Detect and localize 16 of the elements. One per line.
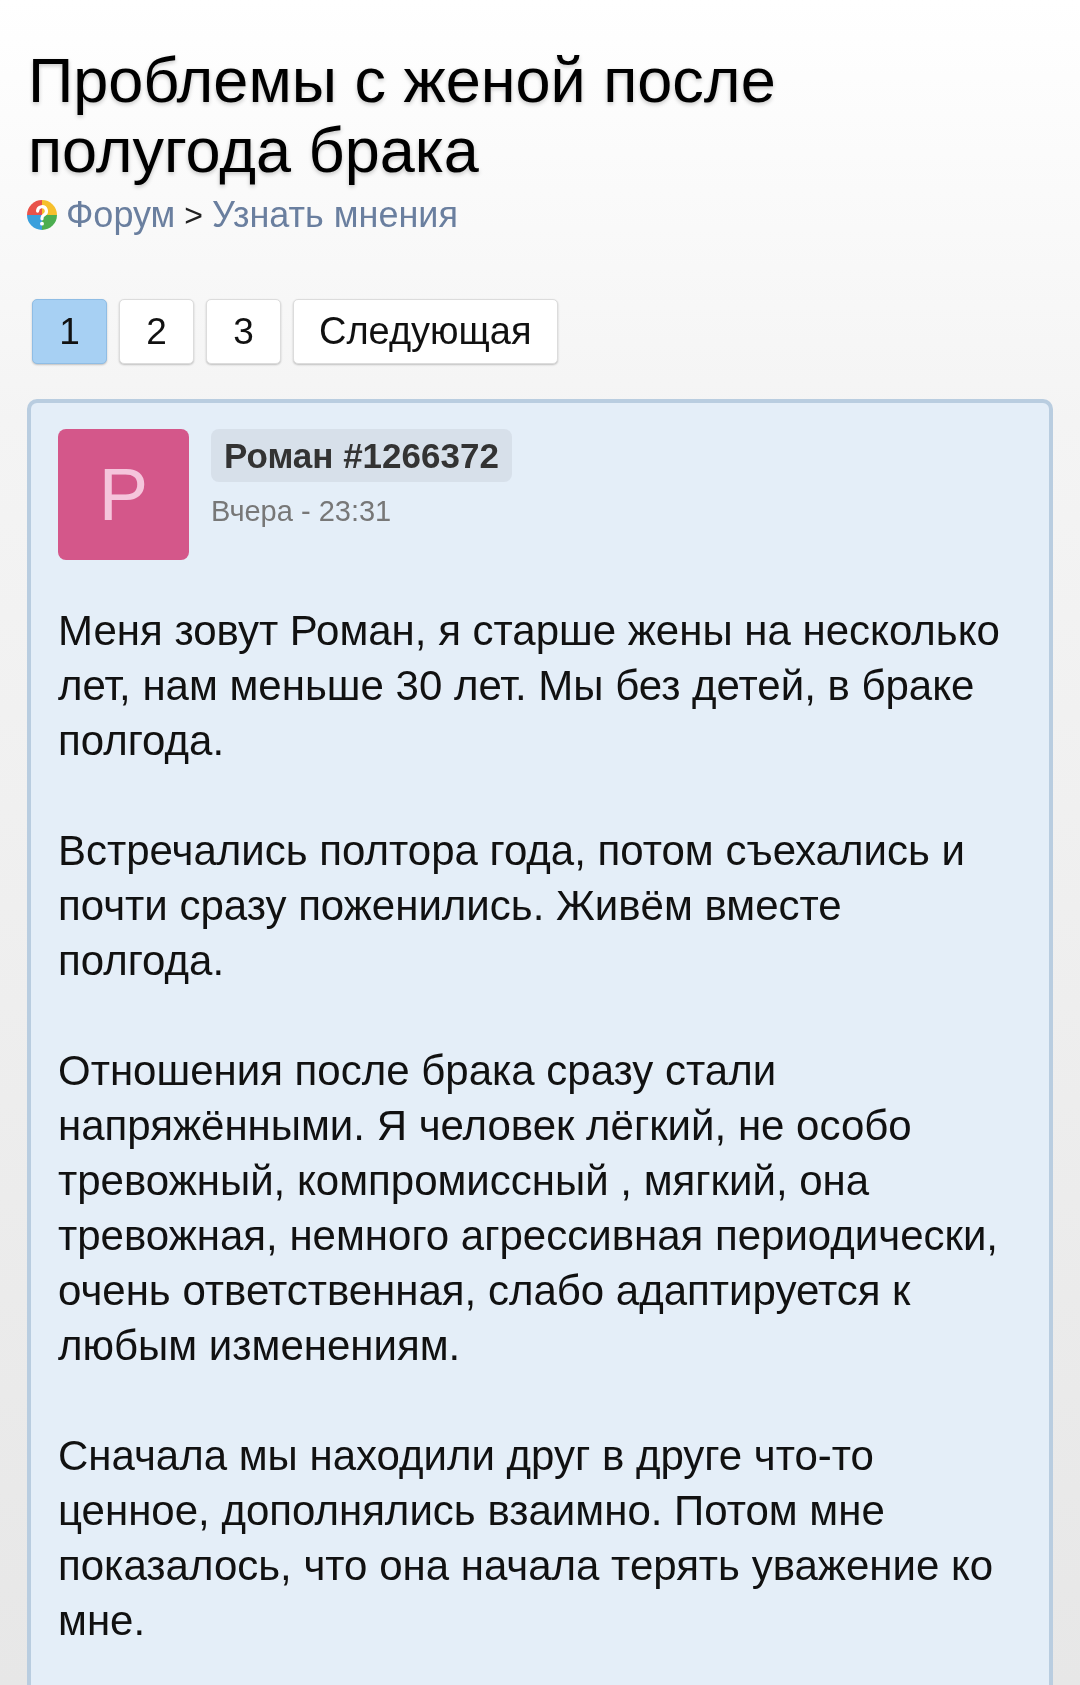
post-paragraph: Меня зовут Роман, я старше жены на несколько лет, нам меньше 30 лет. Мы без детей, в браке полгода. xyxy=(58,606,1001,766)
post-paragraph: Встречались полтора года, потом съехались и почти сразу поженились. Живём вместе полгода. xyxy=(58,826,966,986)
next-page-button[interactable]: Следующая xyxy=(293,299,558,364)
author-name: Роман #1266372 xyxy=(211,429,512,482)
page-button[interactable]: 2 xyxy=(119,299,194,364)
post-paragraph: Отношения после брака сразу стали напряжёнными. Я человек лёгкий, не особо тревожный, компромиссный , мягкий, она тревожная, немного агрессивная периодически, очень ответственная, слабо адаптируется к любым изменениям. xyxy=(58,1046,1000,1371)
post-paragraph: Сначала мы находили друг в друге что-то ценное, дополнялись взаимно. Потом мне показалось, что она начала терять уважение ко мне. xyxy=(58,1431,995,1646)
post-time: Вчера - 23:31 xyxy=(211,494,392,528)
page-title: Проблемы с женой после полугода брака xyxy=(27,45,777,185)
question-mark-icon xyxy=(27,200,57,230)
page-button[interactable]: 3 xyxy=(206,299,281,364)
breadcrumb-link[interactable]: Узнать мнения xyxy=(212,193,458,237)
page-button[interactable]: 1 xyxy=(32,299,107,364)
breadcrumb-link[interactable]: Форум xyxy=(66,193,176,237)
breadcrumb-separator: > xyxy=(184,196,204,235)
avatar: Р xyxy=(58,429,189,560)
